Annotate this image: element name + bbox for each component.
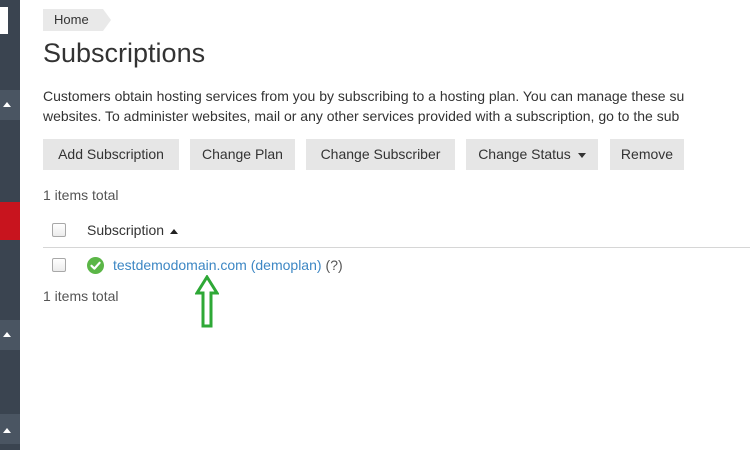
table-header: Subscription bbox=[43, 214, 750, 248]
change-subscriber-label: Change Subscriber bbox=[320, 146, 441, 162]
items-total-top: 1 items total bbox=[43, 187, 119, 203]
description-line-1: Customers obtain hosting services from y… bbox=[43, 88, 685, 104]
chevron-up-icon bbox=[3, 332, 11, 337]
table-row: testdemodomain.com (demoplan) (?) bbox=[43, 248, 750, 282]
change-status-label: Change Status bbox=[478, 146, 571, 162]
add-subscription-label: Add Subscription bbox=[58, 146, 164, 162]
remove-button[interactable]: Remove bbox=[610, 139, 684, 170]
sidebar-active-item[interactable] bbox=[0, 202, 20, 240]
change-plan-button[interactable]: Change Plan bbox=[190, 139, 295, 170]
annotation-arrow-up-icon bbox=[195, 275, 219, 328]
change-subscriber-button[interactable]: Change Subscriber bbox=[306, 139, 455, 170]
add-subscription-button[interactable]: Add Subscription bbox=[43, 139, 179, 170]
check-circle-icon bbox=[87, 257, 104, 274]
column-header-label: Subscription bbox=[87, 222, 165, 238]
row-checkbox[interactable] bbox=[52, 258, 66, 272]
sidebar-section-toggle-2[interactable] bbox=[0, 320, 20, 350]
select-all-checkbox[interactable] bbox=[52, 223, 66, 237]
help-hint[interactable]: (?) bbox=[326, 257, 343, 273]
remove-label: Remove bbox=[620, 146, 674, 162]
caret-down-icon bbox=[577, 152, 586, 158]
sidebar-section-toggle-3[interactable] bbox=[0, 414, 20, 444]
left-sidebar bbox=[0, 0, 20, 450]
page-description: Customers obtain hosting services from y… bbox=[43, 86, 750, 126]
column-header-subscription[interactable]: Subscription bbox=[87, 222, 179, 238]
chevron-up-icon bbox=[3, 102, 11, 107]
breadcrumb-home[interactable]: Home bbox=[43, 9, 111, 31]
subscription-link[interactable]: testdemodomain.com (demoplan) bbox=[113, 257, 322, 273]
change-status-dropdown[interactable]: Change Status bbox=[466, 139, 598, 170]
sidebar-top-tab[interactable] bbox=[0, 7, 8, 34]
page-title: Subscriptions bbox=[43, 38, 206, 68]
chevron-up-icon bbox=[3, 428, 11, 433]
subscription-link-cell: testdemodomain.com (demoplan) (?) bbox=[113, 257, 343, 273]
sidebar-section-toggle-1[interactable] bbox=[0, 90, 20, 120]
sort-ascending-icon bbox=[170, 228, 179, 234]
change-plan-label: Change Plan bbox=[202, 146, 283, 162]
items-total-bottom: 1 items total bbox=[43, 288, 119, 304]
description-line-2: websites. To administer websites, mail o… bbox=[43, 108, 680, 124]
